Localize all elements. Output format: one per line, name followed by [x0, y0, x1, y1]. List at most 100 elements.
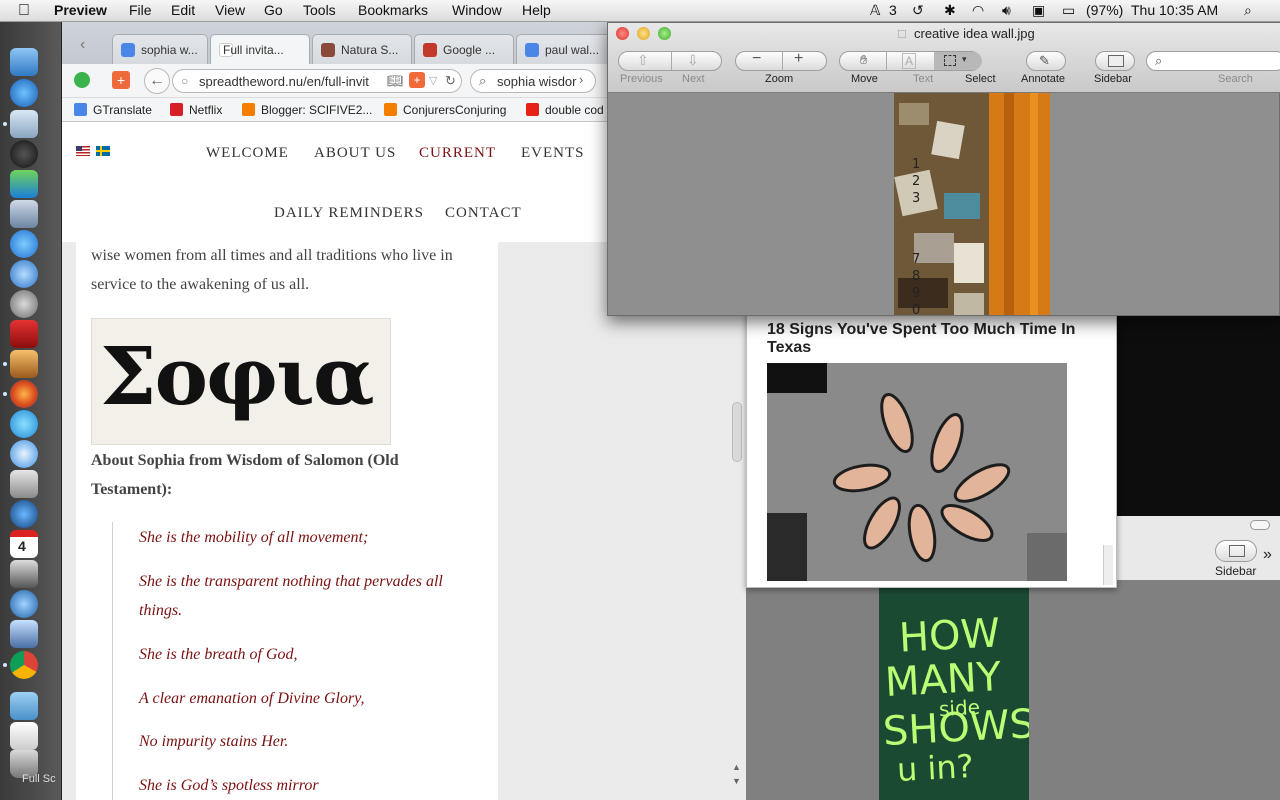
close-button[interactable] [616, 27, 629, 40]
card-title[interactable]: 18 Signs You've Spent Too Much Time In T… [767, 321, 1077, 357]
search-go-icon[interactable]: › [579, 72, 583, 87]
document-proxy-icon[interactable]: □ [898, 26, 906, 41]
tab-natura[interactable]: Natura S... [312, 34, 412, 64]
nav-welcome[interactable]: WELCOME [206, 145, 289, 162]
search-input[interactable]: ⌕ sophia wisdor › [470, 69, 596, 93]
bookmark-conjurers[interactable]: ConjurersConjuring [384, 103, 506, 117]
preview-search-field[interactable]: ⌕ [1146, 51, 1280, 71]
iphoto-icon[interactable] [10, 350, 38, 378]
bookmark-gtranslate[interactable]: GTranslate [74, 103, 152, 117]
article-card[interactable]: 18 Signs You've Spent Too Much Time In T… [746, 312, 1117, 588]
us-flag-icon[interactable] [76, 146, 90, 156]
preview-window: □ creative idea wall.jpg ⇧ ⇩ Previous Ne… [607, 22, 1280, 316]
tab-paul-walker[interactable]: paul wal... [516, 34, 612, 64]
menu-view[interactable]: View [215, 2, 245, 18]
battery-icon[interactable]: ▭ [1062, 2, 1075, 19]
sidebar-button[interactable] [1095, 51, 1135, 71]
sidebar-toggle-button[interactable] [1215, 540, 1257, 562]
tab-back-arrow-icon[interactable]: ‹ [80, 36, 85, 54]
volume-icon[interactable]: 🔊︎ [1002, 2, 1011, 19]
itunes-icon[interactable] [10, 410, 38, 438]
app-store-icon[interactable] [10, 79, 38, 107]
zoom-out-icon[interactable]: − [752, 50, 761, 68]
migration-icon[interactable] [10, 590, 38, 618]
safari-icon[interactable] [10, 440, 38, 468]
scroll-down-arrow-icon[interactable]: ▼ [732, 776, 741, 786]
feet-photo [767, 363, 1067, 581]
finder-icon[interactable] [10, 48, 38, 76]
firefox-icon[interactable] [10, 380, 38, 408]
next-arrow-icon[interactable]: ⇩ [687, 52, 699, 69]
swedish-flag-icon[interactable] [96, 146, 110, 156]
photo-booth-icon[interactable] [10, 320, 38, 348]
addthis-icon[interactable]: + [112, 71, 130, 89]
card-scrollbar[interactable] [1103, 545, 1113, 585]
back-button[interactable]: ← [144, 68, 170, 94]
url-field[interactable]: ○ spreadtheword.nu/en/full-invit 📖︎ + ▽ … [172, 69, 462, 93]
select-tool-active[interactable]: ▾ [934, 52, 982, 70]
browser-scrollbar[interactable] [732, 402, 742, 462]
display-icon[interactable]: ▣ [1032, 2, 1045, 19]
nav-daily-reminders[interactable]: DAILY REMINDERS [274, 205, 424, 222]
overflow-chevron-icon[interactable]: » [1263, 546, 1272, 564]
addthis-url-icon[interactable]: + [409, 72, 425, 88]
dvd-player-icon[interactable] [10, 470, 38, 498]
bookmark-label: Netflix [189, 103, 223, 117]
dashboard-icon[interactable] [10, 140, 38, 168]
text-tool-icon[interactable]: A [902, 53, 917, 69]
menu-bookmarks[interactable]: Bookmarks [358, 2, 428, 18]
dropdown-arrow-icon[interactable]: ▽ [429, 74, 437, 87]
menu-help[interactable]: Help [522, 2, 551, 18]
nav-current[interactable]: CURRENT [419, 145, 496, 162]
time-machine-menu-icon[interactable]: ↺ [912, 2, 924, 19]
numbers-icon[interactable] [10, 170, 38, 198]
zoom-in-icon[interactable]: + [794, 50, 803, 68]
bookmark-blogger[interactable]: Blogger: SCIFIVE2... [242, 103, 372, 117]
quicktime-icon[interactable] [10, 260, 38, 288]
app-menu-preview[interactable]: Preview [54, 2, 107, 18]
system-preferences-icon[interactable] [10, 290, 38, 318]
documents-icon[interactable] [10, 722, 38, 750]
wifi-icon[interactable]: ◠ [972, 2, 984, 19]
menu-edit[interactable]: Edit [171, 2, 195, 18]
annotate-button[interactable]: ✎ [1026, 51, 1066, 71]
facetime-icon[interactable] [10, 230, 38, 258]
menu-tools[interactable]: Tools [303, 2, 336, 18]
nav-about-us[interactable]: ABOUT US [314, 145, 396, 162]
previous-arrow-icon[interactable]: ⇧ [637, 52, 649, 69]
bookmark-double-cod[interactable]: double cod [526, 103, 604, 117]
bluetooth-icon[interactable]: ✱ [944, 2, 956, 19]
preview-icon[interactable] [10, 110, 38, 138]
zoom-window-button[interactable] [658, 27, 671, 40]
extension-icon[interactable] [74, 72, 90, 88]
minimize-button[interactable] [637, 27, 650, 40]
time-machine-icon[interactable] [10, 500, 38, 528]
reader-icon[interactable]: 📖︎ [387, 73, 404, 89]
tab-sophia[interactable]: sophia w... [112, 34, 208, 64]
nav-events[interactable]: EVENTS [521, 145, 585, 162]
nav-contact[interactable]: CONTACT [445, 205, 522, 222]
toolbar-toggle-button[interactable] [1250, 520, 1270, 530]
menu-file[interactable]: File [129, 2, 152, 18]
calendar-icon[interactable]: 4 [10, 530, 38, 558]
tab-full-invitation[interactable]: Full invita... [210, 34, 310, 64]
menu-window[interactable]: Window [452, 2, 502, 18]
select-marquee-icon [944, 55, 956, 66]
picture-icon[interactable] [10, 620, 38, 648]
scroll-up-arrow-icon[interactable]: ▲ [732, 762, 741, 772]
bookmark-netflix[interactable]: Netflix [170, 103, 222, 117]
xcode-icon[interactable] [10, 200, 38, 228]
menu-go[interactable]: Go [264, 2, 283, 18]
clock[interactable]: Thu 10:35 AM [1131, 2, 1218, 18]
applications-folder-icon[interactable] [10, 692, 38, 720]
tab-google[interactable]: Google ... [414, 34, 514, 64]
move-hand-icon[interactable]: ✋︎ [860, 52, 867, 68]
reload-icon[interactable]: ↻ [445, 73, 456, 89]
screenshot-icon[interactable] [10, 560, 38, 588]
apple-menu-icon[interactable]:  [18, 2, 30, 20]
hedgehog-favicon-icon [321, 43, 335, 57]
spotlight-icon[interactable]: ⌕ [1244, 2, 1252, 19]
sidebar-label: Sidebar [1215, 564, 1257, 578]
chrome-icon[interactable] [10, 651, 38, 679]
input-source-icon[interactable]: 𝔸 [870, 2, 880, 19]
